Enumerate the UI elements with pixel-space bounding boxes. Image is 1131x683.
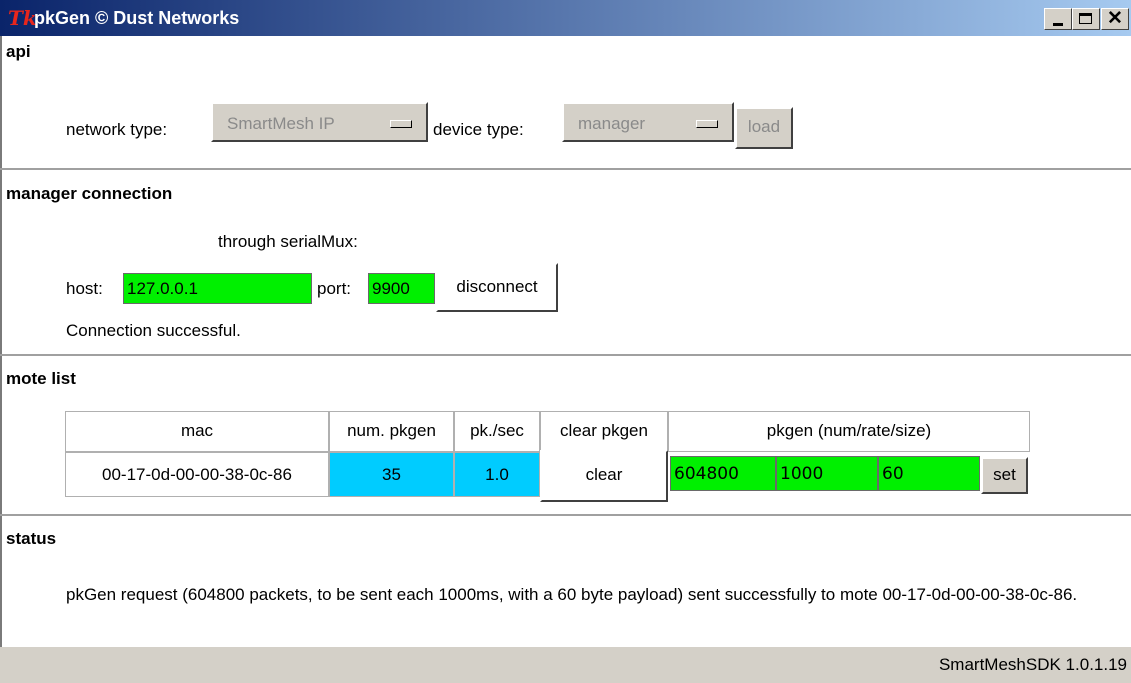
- maximize-button[interactable]: [1072, 8, 1100, 30]
- network-type-value: SmartMesh IP: [227, 114, 335, 133]
- status-bar: SmartMeshSDK 1.0.1.19: [0, 647, 1131, 683]
- manager-connection-title: manager connection: [6, 184, 173, 203]
- status-title: status: [6, 529, 57, 548]
- tk-feather-icon: Tk: [8, 6, 37, 30]
- port-input[interactable]: 9900: [368, 273, 435, 304]
- mote-pk-sec: 1.0: [454, 452, 540, 497]
- device-type-label: device type:: [433, 120, 524, 139]
- clear-button[interactable]: clear: [540, 450, 668, 502]
- column-header-mac: mac: [65, 411, 329, 452]
- column-header-pkgen: pkgen (num/rate/size): [668, 411, 1030, 452]
- network-type-label: network type:: [66, 120, 168, 139]
- mote-list-title: mote list: [6, 369, 76, 388]
- disconnect-button[interactable]: disconnect: [436, 263, 558, 312]
- pkgen-size-input[interactable]: 60: [878, 456, 980, 491]
- mote-mac: 00-17-0d-00-00-38-0c-86: [65, 452, 329, 497]
- pkgen-rate-input[interactable]: 1000: [776, 456, 878, 491]
- port-label: port:: [317, 279, 352, 298]
- device-type-select[interactable]: manager: [562, 102, 734, 142]
- load-button[interactable]: load: [735, 107, 793, 149]
- column-header-pk-sec: pk./sec: [454, 411, 540, 452]
- version-label: SmartMeshSDK 1.0.1.19: [938, 655, 1127, 674]
- status-message: pkGen request (604800 packets, to be sen…: [66, 585, 1078, 604]
- section-divider: [0, 514, 1131, 516]
- window-title: pkGen © Dust Networks: [34, 8, 240, 28]
- mote-num-pkgen: 35: [329, 452, 454, 497]
- connection-status-text: Connection successful.: [66, 321, 241, 340]
- dropdown-indicator-icon: [696, 120, 718, 128]
- device-type-value: manager: [578, 114, 646, 133]
- close-button[interactable]: ✕: [1101, 8, 1129, 30]
- title-bar[interactable]: Tk pkGen © Dust Networks ✕: [0, 0, 1131, 36]
- host-label: host:: [66, 279, 103, 298]
- column-header-num-pkgen: num. pkgen: [329, 411, 454, 452]
- close-icon: ✕: [1107, 8, 1123, 29]
- through-serialmux-label: through serialMux:: [218, 232, 358, 251]
- section-divider: [0, 168, 1131, 170]
- set-button[interactable]: set: [981, 457, 1028, 494]
- dropdown-indicator-icon: [390, 120, 412, 128]
- host-input[interactable]: 127.0.0.1: [123, 273, 312, 304]
- column-header-clear-pkgen: clear pkgen: [540, 411, 668, 452]
- minimize-button[interactable]: [1044, 8, 1072, 30]
- pkgen-num-input[interactable]: 604800: [670, 456, 776, 491]
- api-section-title: api: [6, 42, 31, 61]
- network-type-select[interactable]: SmartMesh IP: [211, 102, 428, 142]
- section-divider: [0, 354, 1131, 356]
